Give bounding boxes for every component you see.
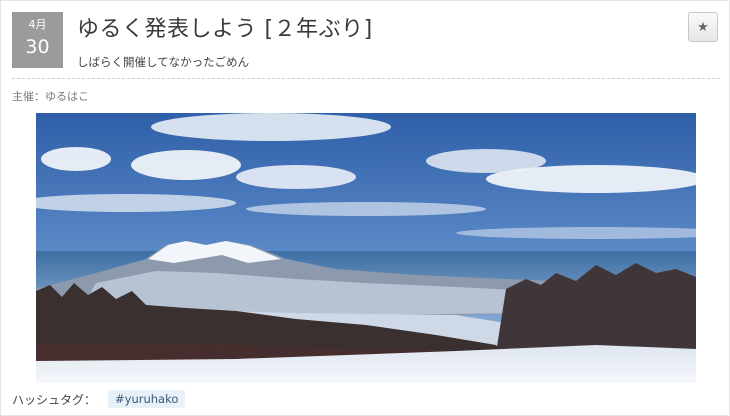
favorite-button[interactable]: ★	[688, 12, 718, 42]
hashtag-link[interactable]: #yuruhako	[108, 390, 186, 408]
organizer-text: 主催：ゆるはこ	[12, 90, 89, 103]
star-icon: ★	[697, 19, 709, 35]
event-subtitle: しばらく開催してなかったごめん	[77, 55, 250, 69]
hashtag-label: ハッシュタグ：	[12, 393, 97, 407]
date-day: 30	[25, 36, 50, 58]
divider	[12, 78, 720, 79]
snowy-mountain-landscape-image	[36, 113, 696, 383]
date-month: 4月	[28, 18, 47, 31]
date-badge: 4月 30	[12, 12, 63, 68]
event-card: 4月 30 ゆるく発表しよう [２年ぶり] しばらく開催してなかったごめん ★ …	[0, 0, 730, 416]
event-title: ゆるく発表しよう [２年ぶり]	[77, 17, 373, 42]
event-photo	[36, 113, 696, 383]
